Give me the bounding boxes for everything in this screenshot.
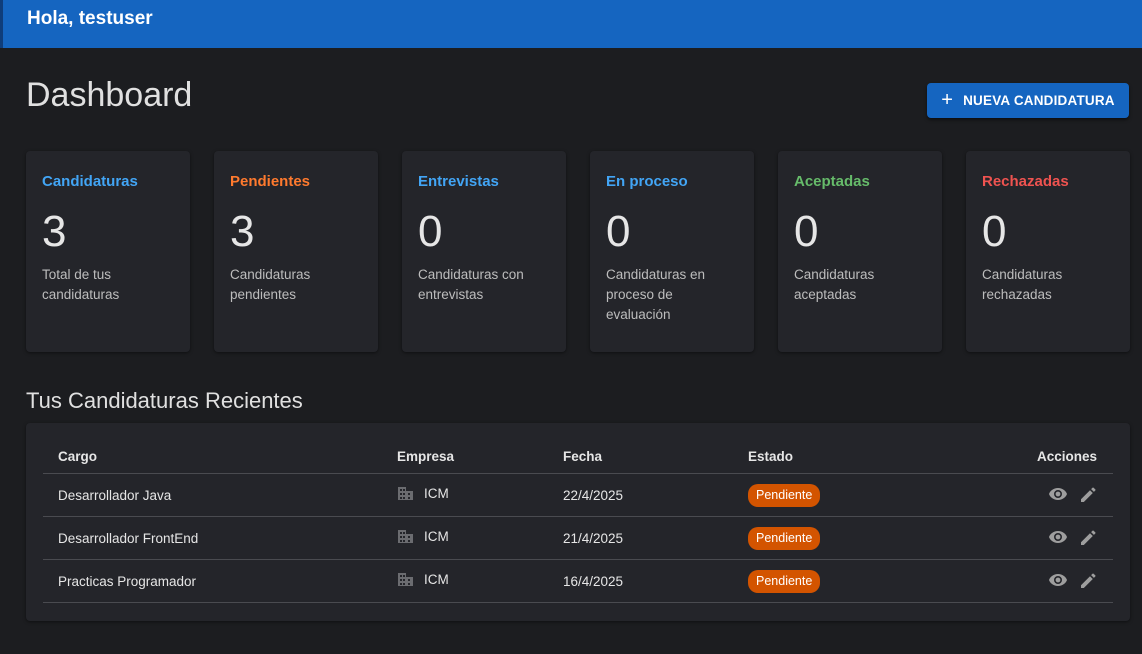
status-badge: Pendiente xyxy=(748,483,821,507)
cell-cargo: Practicas Programador xyxy=(43,559,382,603)
stat-card-count: 3 xyxy=(230,207,255,256)
cell-fecha: 16/4/2025 xyxy=(548,559,733,603)
stat-card-entrevistas: Entrevistas 0 Candidaturas con entrevist… xyxy=(402,151,566,352)
stat-card-count: 0 xyxy=(418,207,443,256)
cell-fecha: 21/4/2025 xyxy=(548,516,733,560)
stat-card-description: Candidaturas pendientes xyxy=(230,267,311,302)
new-application-label: NUEVA CANDIDATURA xyxy=(963,93,1115,108)
cell-empresa: ICM xyxy=(382,516,548,560)
company-name: ICM xyxy=(424,572,449,587)
stat-card-title: En proceso xyxy=(606,173,688,190)
stat-card-title: Rechazadas xyxy=(982,173,1069,190)
eye-icon[interactable] xyxy=(1048,530,1068,544)
table-row: Desarrollador FrontEnd ICM 21/4/2025 Pen… xyxy=(43,516,1113,560)
column-header-fecha: Fecha xyxy=(548,440,733,474)
column-header-cargo: Cargo xyxy=(43,440,382,474)
recent-applications-title: Tus Candidaturas Recientes xyxy=(26,388,303,413)
stat-card-count: 0 xyxy=(606,207,631,256)
stat-card-en-proceso: En proceso 0 Candidaturas en proceso de … xyxy=(590,151,754,352)
stat-card-count: 0 xyxy=(794,207,819,256)
building-icon xyxy=(398,530,413,543)
company-name: ICM xyxy=(424,529,449,544)
cell-fecha: 22/4/2025 xyxy=(548,473,733,517)
table-row: Desarrollador Java ICM 22/4/2025 Pendien… xyxy=(43,473,1113,517)
stat-card-title: Candidaturas xyxy=(42,173,138,190)
pencil-icon[interactable] xyxy=(1080,529,1097,546)
eye-icon[interactable] xyxy=(1048,573,1068,587)
plus-icon: + xyxy=(941,88,954,111)
stat-card-title: Pendientes xyxy=(230,173,311,190)
stat-card-pendientes: Pendientes 3 Candidaturas pendientes xyxy=(214,151,378,352)
column-header-empresa: Empresa xyxy=(382,440,548,474)
stat-card-description: Candidaturas en proceso de evaluación xyxy=(606,267,706,322)
pencil-icon[interactable] xyxy=(1080,486,1097,503)
cell-acciones xyxy=(934,516,1113,560)
recent-applications-table: Cargo Empresa Fecha Estado Acciones Desa… xyxy=(26,423,1130,621)
cell-acciones xyxy=(934,559,1113,603)
column-header-acciones: Acciones xyxy=(934,440,1113,474)
cell-estado: Pendiente xyxy=(733,473,935,517)
stat-card-candidaturas: Candidaturas 3 Total de tus candidaturas xyxy=(26,151,190,352)
cell-estado: Pendiente xyxy=(733,516,935,560)
stat-card-rechazadas: Rechazadas 0 Candidaturas rechazadas xyxy=(966,151,1130,352)
stat-card-aceptadas: Aceptadas 0 Candidaturas aceptadas xyxy=(778,151,942,352)
cell-acciones xyxy=(934,473,1113,517)
greeting-text: Hola, testuser xyxy=(27,8,153,29)
stat-card-title: Aceptadas xyxy=(794,173,870,190)
table-row: Practicas Programador ICM 16/4/2025 Pend… xyxy=(43,559,1113,603)
cell-cargo: Desarrollador FrontEnd xyxy=(43,516,382,560)
status-badge: Pendiente xyxy=(748,569,821,593)
cell-estado: Pendiente xyxy=(733,559,935,603)
stat-card-title: Entrevistas xyxy=(418,173,499,190)
page-title: Dashboard xyxy=(26,76,193,114)
table-header-row: Cargo Empresa Fecha Estado Acciones xyxy=(43,440,1113,474)
stat-card-description: Total de tus candidaturas xyxy=(42,267,120,302)
status-badge: Pendiente xyxy=(748,526,821,550)
building-icon xyxy=(398,573,413,586)
stat-card-count: 3 xyxy=(42,207,67,256)
applications-table: Cargo Empresa Fecha Estado Acciones Desa… xyxy=(43,440,1113,603)
new-application-button[interactable]: + NUEVA CANDIDATURA xyxy=(927,83,1129,118)
stat-card-description: Candidaturas aceptadas xyxy=(794,267,875,302)
building-icon xyxy=(398,487,413,500)
stat-card-description: Candidaturas con entrevistas xyxy=(418,267,524,302)
eye-icon[interactable] xyxy=(1048,487,1068,501)
pencil-icon[interactable] xyxy=(1080,572,1097,589)
company-name: ICM xyxy=(424,486,449,501)
app-header: Hola, testuser xyxy=(0,0,1142,48)
stat-card-count: 0 xyxy=(982,207,1007,256)
stat-card-description: Candidaturas rechazadas xyxy=(982,267,1063,302)
cell-empresa: ICM xyxy=(382,473,548,517)
column-header-estado: Estado xyxy=(733,440,935,474)
cell-empresa: ICM xyxy=(382,559,548,603)
cell-cargo: Desarrollador Java xyxy=(43,473,382,517)
